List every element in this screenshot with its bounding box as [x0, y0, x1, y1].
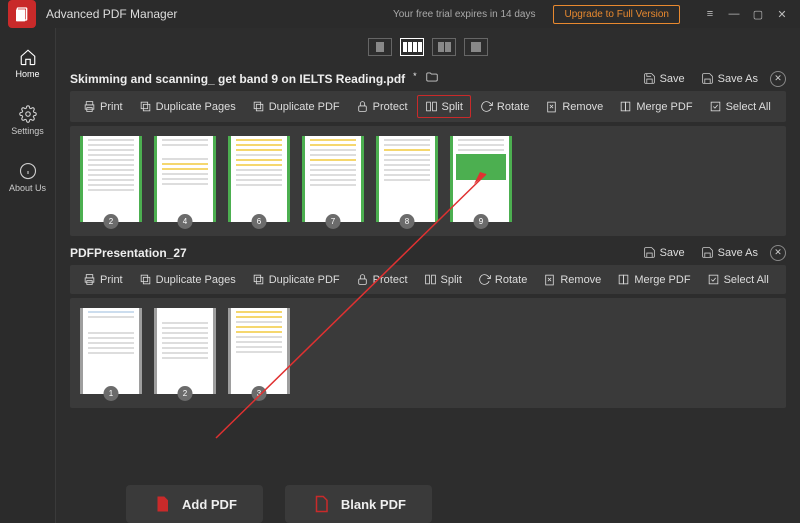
more-button[interactable]: •	[778, 270, 786, 290]
remove-button[interactable]: Remove	[536, 269, 608, 290]
page-thumb[interactable]: 8	[376, 136, 438, 222]
duplicate-pdf-button[interactable]: Duplicate PDF	[245, 269, 347, 290]
document-group: PDFPresentation_27 Save Save As ✕ Print …	[56, 236, 800, 408]
page-thumb[interactable]: 2	[80, 136, 142, 222]
page-thumb[interactable]: 1	[80, 308, 142, 394]
more-button[interactable]: •	[780, 97, 786, 117]
page-thumb[interactable]: 3	[228, 308, 290, 394]
document-title: PDFPresentation_27	[70, 246, 187, 260]
save-button[interactable]: Save	[639, 244, 689, 261]
sidebar-item-settings[interactable]: Settings	[0, 99, 55, 142]
split-button[interactable]: Split	[417, 95, 471, 118]
close-icon[interactable]: ✕	[772, 5, 792, 23]
app-logo	[8, 0, 36, 28]
view-two[interactable]	[432, 38, 456, 56]
save-as-button[interactable]: Save As	[697, 244, 762, 261]
content-area: Skimming and scanning_ get band 9 on IEL…	[56, 28, 800, 523]
sidebar-item-label: Settings	[11, 126, 44, 136]
protect-button[interactable]: Protect	[349, 96, 415, 117]
split-button[interactable]: Split	[417, 269, 469, 290]
document-title: Skimming and scanning_ get band 9 on IEL…	[70, 72, 405, 86]
view-four[interactable]	[400, 38, 424, 56]
rotate-button[interactable]: Rotate	[473, 96, 536, 117]
duplicate-pdf-button[interactable]: Duplicate PDF	[245, 96, 347, 117]
merge-button[interactable]: Merge PDF	[610, 269, 697, 290]
close-document[interactable]: ✕	[770, 245, 786, 261]
document-header: PDFPresentation_27 Save Save As ✕	[70, 244, 786, 261]
view-switch	[56, 28, 800, 62]
duplicate-pages-button[interactable]: Duplicate Pages	[132, 269, 243, 290]
print-button[interactable]: Print	[76, 96, 130, 117]
view-one[interactable]	[464, 38, 488, 56]
toolbar: Print Duplicate Pages Duplicate PDF Prot…	[70, 91, 786, 122]
hamburger-icon[interactable]: ≡	[700, 5, 720, 23]
select-all-button[interactable]: Select All	[702, 96, 778, 117]
document-header: Skimming and scanning_ get band 9 on IEL…	[70, 70, 786, 87]
maximize-icon[interactable]: ▢	[748, 5, 768, 23]
minimize-icon[interactable]: —	[724, 5, 744, 23]
page-thumb[interactable]: 4	[154, 136, 216, 222]
select-all-button[interactable]: Select All	[700, 269, 776, 290]
duplicate-pages-button[interactable]: Duplicate Pages	[132, 96, 243, 117]
page-thumb[interactable]: 2	[154, 308, 216, 394]
rotate-button[interactable]: Rotate	[471, 269, 534, 290]
app-title: Advanced PDF Manager	[46, 7, 177, 21]
page-thumb[interactable]: 6	[228, 136, 290, 222]
print-button[interactable]: Print	[76, 269, 130, 290]
folder-icon[interactable]	[425, 70, 439, 87]
merge-button[interactable]: Merge PDF	[612, 96, 699, 117]
save-button[interactable]: Save	[639, 70, 689, 87]
modified-indicator: *	[413, 71, 417, 81]
page-thumb[interactable]: 9	[450, 136, 512, 222]
page-thumb[interactable]: 7	[302, 136, 364, 222]
protect-button[interactable]: Protect	[349, 269, 415, 290]
add-pdf-button[interactable]: Add PDF	[126, 485, 263, 523]
sidebar-item-about[interactable]: About Us	[0, 156, 55, 199]
sidebar-item-label: Home	[15, 69, 39, 79]
remove-button[interactable]: Remove	[538, 96, 610, 117]
close-document[interactable]: ✕	[770, 71, 786, 87]
toolbar: Print Duplicate Pages Duplicate PDF Prot…	[70, 265, 786, 294]
bottom-actions: Add PDF Blank PDF	[112, 477, 800, 523]
save-as-button[interactable]: Save As	[697, 70, 762, 87]
sidebar: Home Settings About Us	[0, 28, 56, 523]
titlebar: Advanced PDF Manager Your free trial exp…	[0, 0, 800, 28]
sidebar-item-label: About Us	[9, 183, 46, 193]
thumbnails: 1 2 3	[70, 298, 786, 408]
document-group: Skimming and scanning_ get band 9 on IEL…	[56, 62, 800, 236]
trial-notice: Your free trial expires in 14 days	[393, 9, 536, 20]
thumbnails: 2 4 6 7 8 9	[70, 126, 786, 236]
view-single[interactable]	[368, 38, 392, 56]
upgrade-button[interactable]: Upgrade to Full Version	[553, 5, 680, 24]
blank-pdf-button[interactable]: Blank PDF	[285, 485, 432, 523]
sidebar-item-home[interactable]: Home	[0, 42, 55, 85]
